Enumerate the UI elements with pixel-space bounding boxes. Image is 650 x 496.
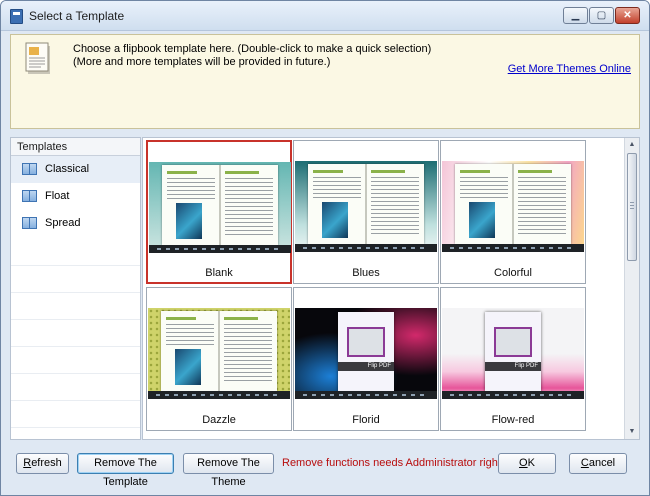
banner-line-2: (More and more templates will be provide… bbox=[73, 56, 331, 68]
title-bar[interactable]: Select a Template ▁ ▢ ✕ bbox=[1, 1, 649, 31]
category-item-label: Spread bbox=[45, 217, 81, 229]
template-icon bbox=[22, 190, 37, 202]
app-icon bbox=[10, 9, 23, 24]
template-tile-colorful[interactable]: Colorful bbox=[440, 140, 586, 284]
refresh-button[interactable]: Refresh bbox=[16, 453, 69, 474]
category-item-classical[interactable]: Classical bbox=[11, 156, 140, 183]
template-grid: Blank Blues Colorful Dazzle Flip PDF Flo… bbox=[142, 137, 640, 440]
template-thumbnail bbox=[442, 161, 584, 252]
category-item-label: Classical bbox=[45, 163, 90, 175]
template-category-list: Templates Classical Float Spread bbox=[10, 137, 141, 440]
select-template-dialog: Select a Template ▁ ▢ ✕ Choose a flipboo… bbox=[0, 0, 650, 496]
template-name: Flow-red bbox=[491, 414, 535, 426]
template-tile-blues[interactable]: Blues bbox=[293, 140, 439, 284]
template-thumbnail bbox=[295, 161, 437, 252]
remove-theme-button[interactable]: Remove The Theme bbox=[183, 453, 274, 488]
template-thumbnail bbox=[148, 308, 290, 399]
template-grid-scrollbar[interactable]: ▲ ▼ bbox=[624, 138, 639, 439]
template-name: Colorful bbox=[494, 267, 532, 279]
ok-button[interactable]: OK bbox=[498, 453, 556, 474]
template-icon bbox=[22, 163, 37, 175]
template-name: Florid bbox=[352, 414, 380, 426]
template-name: Blank bbox=[205, 267, 233, 279]
template-thumbnail bbox=[442, 308, 584, 399]
template-name: Dazzle bbox=[202, 414, 236, 426]
remove-template-button[interactable]: Remove The Template bbox=[77, 453, 174, 488]
cancel-button[interactable]: Cancel bbox=[569, 453, 627, 474]
category-item-spread[interactable]: Spread bbox=[11, 210, 140, 237]
list-empty-rows bbox=[11, 239, 140, 439]
template-tile-flow-red[interactable]: Flow-red bbox=[440, 287, 586, 431]
banner-text: Choose a flipbook template here. (Double… bbox=[73, 43, 431, 69]
get-more-themes-link[interactable]: Get More Themes Online bbox=[508, 63, 631, 75]
scroll-down-arrow-icon[interactable]: ▼ bbox=[625, 425, 639, 439]
minimize-button[interactable]: ▁ bbox=[563, 7, 588, 24]
template-name: Blues bbox=[352, 267, 380, 279]
template-tile-blank[interactable]: Blank bbox=[146, 140, 292, 284]
template-icon bbox=[22, 217, 37, 229]
template-tile-florid[interactable]: Florid bbox=[293, 287, 439, 431]
maximize-button[interactable]: ▢ bbox=[589, 7, 614, 24]
window-title: Select a Template bbox=[29, 9, 125, 23]
info-banner: Choose a flipbook template here. (Double… bbox=[10, 34, 640, 129]
scroll-up-arrow-icon[interactable]: ▲ bbox=[625, 138, 639, 152]
template-thumbnail bbox=[295, 308, 437, 399]
category-item-label: Float bbox=[45, 190, 70, 202]
template-tile-dazzle[interactable]: Dazzle bbox=[146, 287, 292, 431]
admin-rights-warning: Remove functions needs Addministrator ri… bbox=[282, 457, 510, 469]
template-thumbnail bbox=[149, 162, 291, 253]
scrollbar-thumb[interactable] bbox=[627, 153, 637, 261]
banner-line-1: Choose a flipbook template here. (Double… bbox=[73, 43, 432, 55]
category-item-float[interactable]: Float bbox=[11, 183, 140, 210]
close-button[interactable]: ✕ bbox=[615, 7, 640, 24]
document-icon bbox=[25, 42, 50, 74]
category-list-header: Templates bbox=[11, 138, 140, 156]
